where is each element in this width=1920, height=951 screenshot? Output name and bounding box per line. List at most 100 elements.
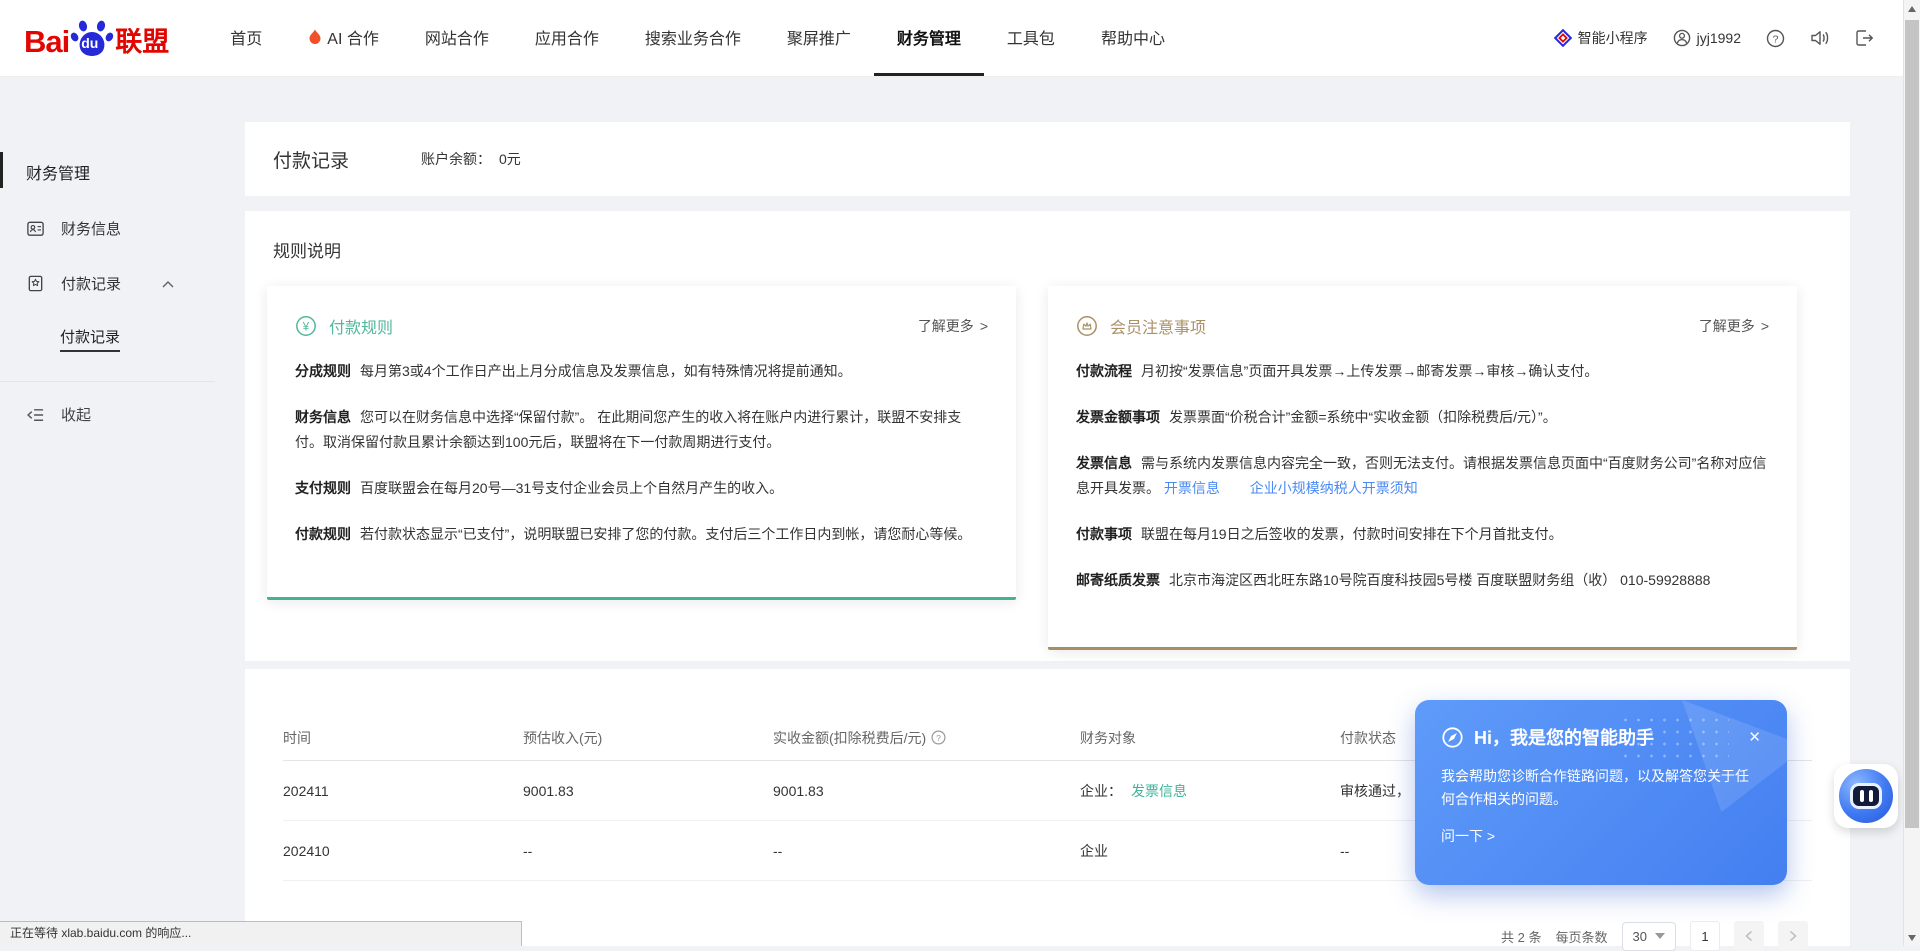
rule-item: 财务信息您可以在财务信息中选择“保留付款”。 在此期间您产生的收入将在账户内进行… <box>295 405 988 455</box>
nav-item-home[interactable]: 首页 <box>207 0 285 76</box>
assistant-ask-link[interactable]: 问一下 > <box>1441 826 1761 846</box>
top-nav: Bai du 联盟 首页 AI 合作 网站合作 应用合作 搜索业务合作 聚屏推广… <box>0 0 1920 76</box>
assistant-title: Hi，我是您的智能助手 <box>1474 724 1654 750</box>
scrollbar-thumb[interactable] <box>1905 20 1919 828</box>
member-icon <box>1076 315 1098 337</box>
info-icon[interactable]: ? <box>931 730 946 745</box>
rule-item: 付款规则若付款状态显示“已支付”，说明联盟已安排了您的付款。支付后三个工作日内到… <box>295 522 988 547</box>
cell-time: 202411 <box>283 783 523 799</box>
collapse-icon <box>26 407 45 423</box>
per-page-label: 每页条数 <box>1556 927 1608 946</box>
rule-item: 付款流程月初按“发票信息”页面开具发票→上传发票→邮寄发票→审核→确认支付。 <box>1076 359 1769 384</box>
payment-record-icon <box>26 274 45 293</box>
miniprogram-diamond-icon <box>1554 29 1572 47</box>
account-balance: 账户余额：0元 <box>421 149 521 169</box>
svg-text:?: ? <box>936 733 941 743</box>
nav-right-cluster: 智能小程序 jyj1992 ? <box>1554 28 1920 48</box>
cell-actual: 9001.83 <box>773 783 1080 799</box>
invoice-info-table-link[interactable]: 发票信息 <box>1131 781 1187 801</box>
sidebar-active-indicator <box>0 152 3 188</box>
sidebar-divider <box>0 381 215 382</box>
total-count: 共 2 条 <box>1501 927 1541 946</box>
baidu-union-logo[interactable]: Bai du 联盟 <box>24 16 169 60</box>
user-menu[interactable]: jyj1992 <box>1673 29 1741 47</box>
page-header-card: 付款记录 账户余额：0元 <box>245 122 1850 196</box>
sidebar-item-payment-record[interactable]: 付款记录 <box>0 273 245 294</box>
rules-section: 规则说明 ¥ 付款规则 了解更多> 分成规则每月第3或4个工作日产出上月分成信息 <box>245 211 1850 661</box>
cell-actual: -- <box>773 843 1080 859</box>
svg-text:?: ? <box>1773 33 1779 45</box>
close-icon[interactable]: ✕ <box>1748 728 1761 746</box>
more-arrow-icon: > <box>980 318 988 334</box>
logout-icon[interactable] <box>1855 29 1874 47</box>
robot-avatar-icon <box>1839 769 1893 823</box>
rules-title: 规则说明 <box>273 237 1828 262</box>
col-actual-amount: 实收金额(扣除税费后/元) ? <box>773 728 1080 748</box>
cell-finance-object: 企业： 发票信息 <box>1080 781 1340 801</box>
invoice-info-link[interactable]: 开票信息 <box>1164 480 1220 496</box>
sidebar-item-finance-info[interactable]: 财务信息 <box>0 218 245 239</box>
scroll-up-arrow[interactable] <box>1904 0 1920 17</box>
payment-rule-coin-icon: ¥ <box>295 315 317 337</box>
sidebar-collapse-button[interactable]: 收起 <box>0 404 245 425</box>
payment-rules-card: ¥ 付款规则 了解更多> 分成规则每月第3或4个工作日产出上月分成信息及发票信息… <box>267 286 1016 600</box>
cell-time: 202410 <box>283 843 523 859</box>
user-icon <box>1673 29 1691 47</box>
payment-rules-card-title: 付款规则 <box>329 314 393 338</box>
help-icon[interactable]: ? <box>1766 29 1785 48</box>
col-estimated-income: 预估收入(元) <box>523 728 773 748</box>
browser-status-bar: 正在等待 xlab.baidu.com 的响应... <box>0 921 522 946</box>
logo-text-bai: Bai <box>24 24 69 60</box>
prev-page-button[interactable] <box>1734 921 1764 951</box>
rule-item: 邮寄纸质发票北京市海淀区西北旺东路10号院百度科技园5号楼 百度联盟财务组（收）… <box>1076 568 1769 593</box>
sidebar: 财务管理 财务信息 付款记录 付款记录 <box>0 76 245 425</box>
baidu-paw-icon: du <box>70 16 114 60</box>
svg-text:¥: ¥ <box>302 321 310 333</box>
assistant-message: 我会帮助您诊断合作链路问题，以及解答您关于任何合作相关的问题。 <box>1441 765 1761 811</box>
page-scrollbar[interactable] <box>1903 0 1920 946</box>
logo-text-union: 联盟 <box>115 20 169 59</box>
member-notes-card: 会员注意事项 了解更多> 付款流程月初按“发票信息”页面开具发票→上传发票→邮寄… <box>1048 286 1797 650</box>
nav-item-screen-promotion[interactable]: 聚屏推广 <box>764 0 874 76</box>
cell-finance-object: 企业 <box>1080 841 1340 861</box>
more-arrow-icon: > <box>1761 318 1769 334</box>
cell-estimated: -- <box>523 843 773 859</box>
nav-item-finance-management[interactable]: 财务管理 <box>874 0 984 76</box>
assistant-popup: Hi，我是您的智能助手 ✕ 我会帮助您诊断合作链路问题，以及解答您关于任何合作相… <box>1415 700 1787 885</box>
nav-item-website-cooperation[interactable]: 网站合作 <box>402 0 512 76</box>
chevron-up-icon[interactable] <box>161 279 175 289</box>
nav-item-ai-cooperation[interactable]: AI 合作 <box>285 0 402 76</box>
miniprogram-link[interactable]: 智能小程序 <box>1554 28 1648 48</box>
caret-down-icon <box>1655 933 1665 939</box>
rule-item: 支付规则百度联盟会在每月20号—31号支付企业会员上个自然月产生的收入。 <box>295 476 988 501</box>
page-number-button[interactable]: 1 <box>1690 921 1720 951</box>
next-page-button[interactable] <box>1778 921 1808 951</box>
sound-icon[interactable] <box>1810 29 1830 47</box>
member-notes-more-link[interactable]: 了解更多> <box>1699 316 1769 336</box>
compass-icon <box>1441 726 1464 749</box>
nav-item-toolkit[interactable]: 工具包 <box>984 0 1078 76</box>
nav-item-help-center[interactable]: 帮助中心 <box>1078 0 1188 76</box>
sidebar-section-finance-management[interactable]: 财务管理 <box>0 160 245 184</box>
sidebar-subitem-payment-record[interactable]: 付款记录 <box>0 326 245 347</box>
nav-item-app-cooperation[interactable]: 应用合作 <box>512 0 622 76</box>
cell-estimated: 9001.83 <box>523 783 773 799</box>
small-taxpayer-notes-link[interactable]: 企业小规模纳税人开票须知 <box>1250 480 1418 496</box>
rule-item: 发票金额事项发票票面“价税合计”金额=系统中“实收金额（扣除税费后/元）”。 <box>1076 405 1769 430</box>
finance-info-icon <box>26 219 45 238</box>
rule-item: 付款事项联盟在每月19日之后签收的发票，付款时间安排在下个月首批支付。 <box>1076 522 1769 547</box>
payment-rules-more-link[interactable]: 了解更多> <box>918 316 988 336</box>
main-menu: 首页 AI 合作 网站合作 应用合作 搜索业务合作 聚屏推广 财务管理 工具包 … <box>207 0 1188 76</box>
member-notes-card-title: 会员注意事项 <box>1110 314 1206 338</box>
status-text: 正在等待 xlab.baidu.com 的响应... <box>10 926 191 940</box>
assistant-avatar-button[interactable] <box>1834 764 1898 828</box>
flame-icon <box>308 29 322 45</box>
nav-item-search-cooperation[interactable]: 搜索业务合作 <box>622 0 764 76</box>
page-title: 付款记录 <box>273 146 349 173</box>
per-page-select[interactable]: 30 <box>1622 922 1676 951</box>
col-time: 时间 <box>283 728 523 748</box>
logo-text-du: du <box>81 35 98 51</box>
scroll-down-arrow[interactable] <box>1904 929 1920 946</box>
pagination: 共 2 条 每页条数 30 1 <box>1501 921 1808 951</box>
rule-item: 发票信息需与系统内发票信息内容完全一致，否则无法支付。请根据发票信息页面中“百度… <box>1076 451 1769 501</box>
